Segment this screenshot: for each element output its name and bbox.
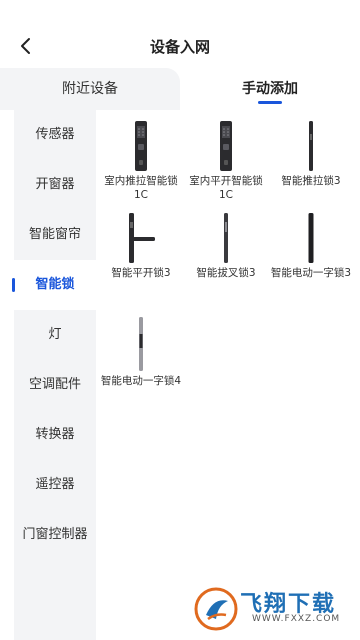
- device-card[interactable]: 室内推拉智能锁1C: [100, 120, 182, 202]
- device-card[interactable]: 智能推拉锁3: [270, 120, 352, 188]
- sidebar-item-window-opener[interactable]: 开窗器: [14, 160, 96, 210]
- device-label: 智能电动一字锁3: [270, 267, 352, 279]
- device-card[interactable]: 智能平开锁3: [100, 212, 182, 280]
- slim-lock-icon: [185, 212, 267, 264]
- tab-nearby-devices[interactable]: 附近设备: [0, 68, 180, 110]
- sidebar-item-smart-lock[interactable]: 智能锁: [12, 260, 96, 310]
- sidebar-item-remote[interactable]: 遥控器: [14, 460, 96, 510]
- sidebar-item-door-window-controller[interactable]: 门窗控制器: [14, 510, 96, 560]
- sidebar-item-smart-curtain[interactable]: 智能窗帘: [14, 210, 96, 260]
- tab-indicator: [258, 101, 282, 104]
- tab-manual-add[interactable]: 手动添加: [180, 68, 360, 110]
- device-card[interactable]: 智能电动一字锁4: [100, 316, 182, 388]
- page-title: 设备入网: [149, 38, 210, 56]
- device-label: 智能拔叉锁3: [196, 267, 256, 279]
- watermark-logo: 飞翔下载 WWW.FXXZ.COM: [194, 584, 352, 634]
- keypad-lock-icon: [100, 120, 182, 172]
- device-card[interactable]: 智能拔叉锁3: [185, 212, 267, 280]
- logo-icon: [194, 587, 238, 631]
- device-label: 智能推拉锁3: [281, 175, 341, 187]
- sidebar-item-ac-accessory[interactable]: 空调配件: [14, 360, 96, 410]
- sidebar-item-label: 智能锁: [35, 277, 75, 292]
- device-label: 智能电动一字锁4: [100, 375, 182, 387]
- active-indicator: [12, 278, 15, 292]
- slim-lock-icon: [270, 120, 352, 172]
- category-sidebar: 传感器 开窗器 智能窗帘 智能锁 灯 空调配件 转换器 遥控器 门窗控制器: [12, 110, 96, 640]
- device-card[interactable]: 智能电动一字锁3: [270, 212, 352, 280]
- sidebar-item-sensor[interactable]: 传感器: [14, 110, 96, 160]
- lever-lock-icon: [100, 212, 182, 264]
- device-label: 室内平开智能锁1C: [189, 175, 263, 201]
- device-label: 智能平开锁3: [111, 267, 171, 279]
- sidebar-item-light[interactable]: 灯: [14, 310, 96, 360]
- device-card[interactable]: 室内平开智能锁1C: [185, 120, 267, 202]
- tab-bar: 附近设备 手动添加: [0, 68, 360, 110]
- slim-lock-icon: [100, 316, 182, 372]
- device-label: 室内推拉智能锁1C: [104, 175, 178, 201]
- sidebar-item-converter[interactable]: 转换器: [14, 410, 96, 460]
- tab-manual-add-label: 手动添加: [242, 81, 298, 97]
- slim-lock-icon: [270, 212, 352, 264]
- watermark-url: WWW.FXXZ.COM: [252, 614, 341, 624]
- keypad-lock-icon: [185, 120, 267, 172]
- content-area: 传感器 开窗器 智能窗帘 智能锁 灯 空调配件 转换器 遥控器 门窗控制器 室内…: [0, 110, 360, 640]
